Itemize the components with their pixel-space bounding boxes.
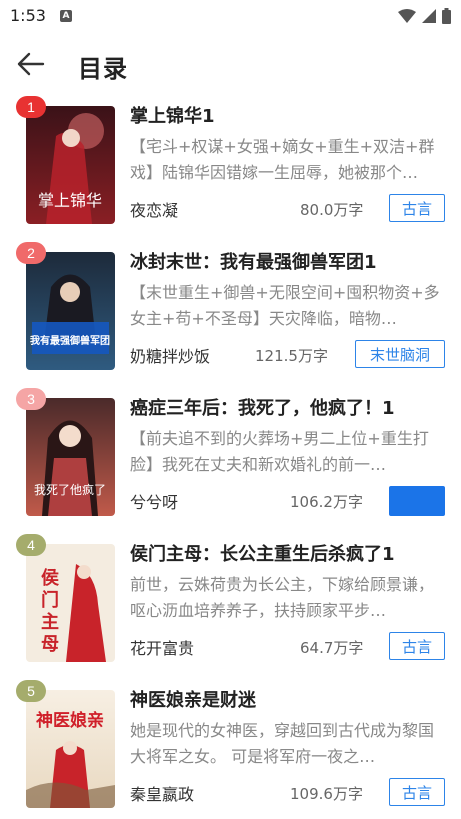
book-item[interactable]: 3 我死了他疯了 癌症三年后：我死了，他疯了！1 【前夫追不到的火葬场+男二上位… xyxy=(0,386,461,526)
notification-icon: A xyxy=(60,10,72,22)
book-description: 【宅斗+权谋+女强+嫡女+重生+双洁+群戏】陆锦华因错嫁一生屈辱，她被那个… xyxy=(130,137,435,182)
book-author: 花开富贵 xyxy=(130,639,195,658)
word-count: 109.6万字 xyxy=(290,785,363,803)
book-description: 她是现代的女神医，穿越回到古代成为黎国大将军之女。 可是将军府一夜之… xyxy=(130,721,435,766)
cover-title: 我有最强御兽军团 xyxy=(30,334,110,347)
rank-badge: 2 xyxy=(16,242,46,264)
book-author: 秦皇嬴政 xyxy=(130,785,195,804)
book-title: 神医娘亲是财迷 xyxy=(130,690,256,711)
svg-text:侯: 侯 xyxy=(41,567,60,589)
book-author: 兮兮呀 xyxy=(130,493,179,512)
svg-text:门: 门 xyxy=(41,589,59,611)
genre-tag[interactable] xyxy=(389,486,445,516)
status-time: 1:53 xyxy=(10,6,46,25)
rank-badge: 1 xyxy=(16,96,46,118)
word-count: 106.2万字 xyxy=(290,493,363,511)
book-title: 冰封末世：我有最强御兽军团1 xyxy=(130,252,377,273)
book-author: 夜恋凝 xyxy=(130,201,179,220)
book-cover[interactable]: 侯 门 主 母 xyxy=(26,544,115,662)
book-title: 掌上锦华1 xyxy=(130,106,215,127)
rank-badge: 5 xyxy=(16,680,46,702)
arrow-left-icon xyxy=(17,52,45,76)
book-title: 癌症三年后：我死了，他疯了！1 xyxy=(130,398,395,419)
word-count: 80.0万字 xyxy=(300,201,364,219)
book-title: 侯门主母：长公主重生后杀疯了1 xyxy=(130,544,395,565)
signal-icon xyxy=(422,9,436,23)
book-description: 【末世重生+御兽+无限空间+囤积物资+多女主+苟+不圣母】天灾降临，暗物… xyxy=(130,283,440,328)
status-bar: 1:53 A xyxy=(0,0,461,34)
cover-title: 神医娘亲 xyxy=(36,710,104,731)
app-bar: 目录 xyxy=(0,34,461,94)
book-description: 前世，云姝荷贵为长公主，下嫁给顾景谦，呕心沥血培养养子，扶持顾家平步… xyxy=(130,575,435,620)
rank-badge: 3 xyxy=(16,388,46,410)
svg-text:主: 主 xyxy=(41,611,59,633)
word-count: 64.7万字 xyxy=(300,639,364,657)
book-cover[interactable]: 掌上锦华 xyxy=(26,106,115,224)
genre-tag[interactable]: 古言 xyxy=(389,194,445,222)
book-description: 【前夫追不到的火葬场+男二上位+重生打脸】我死在丈夫和新欢婚礼的前一… xyxy=(130,429,429,474)
book-item[interactable]: 4 侯 门 主 母 侯门主母：长公主重生后杀疯了1 前世，云姝荷贵为长公主，下嫁… xyxy=(0,532,461,672)
book-cover[interactable]: 神医娘亲 xyxy=(26,690,115,808)
genre-tag[interactable]: 古言 xyxy=(389,778,445,806)
cover-title: 掌上锦华 xyxy=(38,191,102,210)
book-item[interactable]: 5 神医娘亲 神医娘亲是财迷 她是现代的女神医，穿越回到古代成为黎国大将军之女。… xyxy=(0,678,461,818)
back-button[interactable] xyxy=(12,46,48,82)
book-cover[interactable]: 我有最强御兽军团 xyxy=(26,252,115,370)
page-title: 目录 xyxy=(78,55,128,83)
genre-tag[interactable]: 古言 xyxy=(389,632,445,660)
cover-title: 我死了他疯了 xyxy=(34,482,106,497)
wifi-icon xyxy=(398,9,416,23)
rank-badge: 4 xyxy=(16,534,46,556)
battery-icon xyxy=(442,8,451,24)
book-cover[interactable]: 我死了他疯了 xyxy=(26,398,115,516)
book-author: 奶糖拌炒饭 xyxy=(130,347,211,366)
svg-text:母: 母 xyxy=(41,634,59,655)
genre-tag[interactable]: 末世脑洞 xyxy=(355,340,445,368)
word-count: 121.5万字 xyxy=(255,347,328,365)
book-item[interactable]: 1 掌上锦华 掌上锦华1 【宅斗+权谋+女强+嫡女+重生+双洁+群戏】陆锦华因错… xyxy=(0,94,461,234)
status-icons xyxy=(398,8,451,24)
book-item[interactable]: 2 我有最强御兽军团 冰封末世：我有最强御兽军团1 【末世重生+御兽+无限空间+… xyxy=(0,240,461,380)
